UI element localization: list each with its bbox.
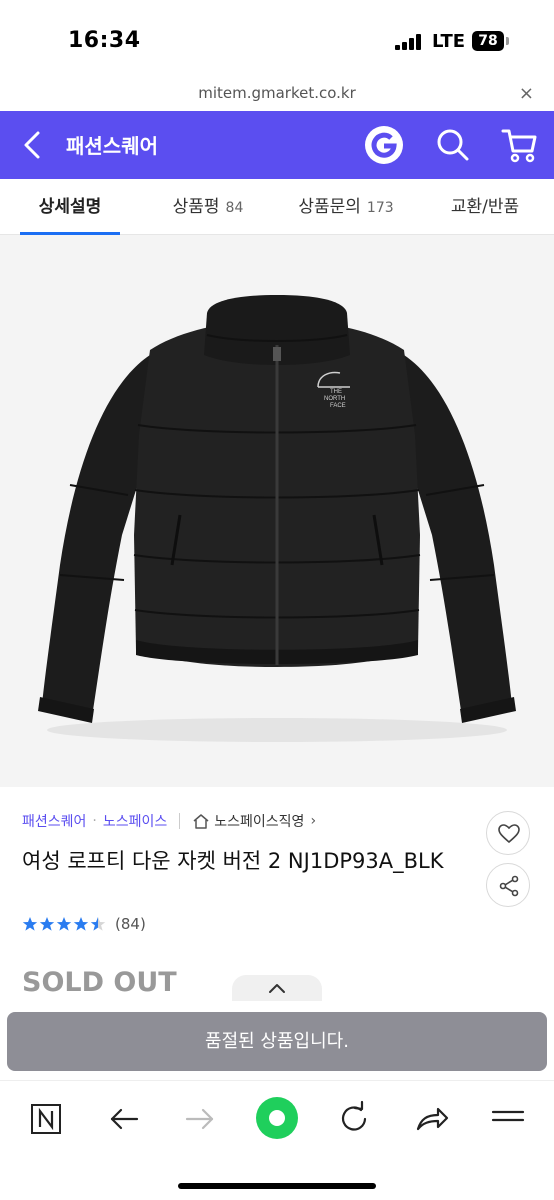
star-icon bbox=[90, 917, 106, 931]
store-link[interactable]: 패션스퀘어 bbox=[22, 811, 86, 831]
url-text[interactable]: mitem.gmarket.co.kr bbox=[0, 84, 554, 102]
app-header: 패션스퀘어 bbox=[0, 111, 554, 179]
status-bar: 16:34 LTE 78 bbox=[0, 0, 554, 80]
browser-toolbar bbox=[0, 1080, 554, 1200]
breadcrumb: 패션스퀘어 · 노스페이스 노스페이스직영 › bbox=[22, 811, 316, 831]
naver-icon[interactable] bbox=[26, 1099, 66, 1139]
home-indicator bbox=[178, 1183, 376, 1189]
page-title[interactable]: 패션스퀘어 bbox=[66, 130, 158, 159]
forward-icon[interactable] bbox=[180, 1099, 220, 1139]
menu-icon[interactable] bbox=[488, 1099, 528, 1139]
heart-icon bbox=[498, 824, 520, 844]
tab-count: 173 bbox=[366, 200, 394, 216]
star-rating bbox=[22, 916, 107, 932]
battery-tip bbox=[506, 37, 509, 45]
network-label: LTE bbox=[432, 31, 466, 52]
star-icon bbox=[39, 917, 55, 931]
close-icon[interactable]: × bbox=[519, 83, 534, 104]
review-count: (84) bbox=[115, 915, 146, 933]
home-icon bbox=[193, 814, 209, 829]
official-store-label: 노스페이스직영 bbox=[214, 814, 305, 830]
signal-icon bbox=[395, 34, 423, 50]
soldout-button[interactable]: 품절된 상품입니다. bbox=[7, 1012, 547, 1071]
chevron-right-icon: › bbox=[310, 813, 317, 829]
breadcrumb-separator: · bbox=[92, 813, 97, 829]
soldout-label: SOLD OUT bbox=[22, 967, 177, 998]
jacket-illustration: THE NORTH FACE bbox=[38, 295, 516, 742]
detail-tabs: 상세설명 상품평 84 상품문의 173 교환/반품 bbox=[0, 179, 554, 235]
wishlist-button[interactable] bbox=[486, 811, 530, 855]
browser-home-icon[interactable] bbox=[254, 1095, 300, 1141]
product-image[interactable]: THE NORTH FACE bbox=[0, 235, 554, 787]
refresh-icon[interactable] bbox=[334, 1099, 374, 1139]
share-button[interactable] bbox=[486, 863, 530, 907]
rating[interactable]: (84) bbox=[22, 915, 146, 933]
jacket-logo-line: FACE bbox=[330, 403, 346, 409]
url-bar[interactable]: mitem.gmarket.co.kr × bbox=[0, 80, 554, 111]
star-icon bbox=[56, 917, 72, 931]
jacket-logo-line: NORTH bbox=[324, 396, 345, 402]
tab-label: 교환/반품 bbox=[450, 197, 520, 217]
chevron-up-icon bbox=[269, 984, 285, 993]
tab-label: 상세설명 bbox=[38, 197, 102, 217]
share-arrow-icon[interactable] bbox=[412, 1099, 452, 1139]
tab-count: 84 bbox=[225, 200, 244, 216]
tab-description[interactable]: 상세설명 bbox=[0, 179, 140, 235]
back-icon[interactable] bbox=[104, 1099, 144, 1139]
search-icon[interactable] bbox=[434, 126, 472, 164]
share-icon bbox=[499, 875, 519, 897]
brand-link[interactable]: 노스페이스 bbox=[103, 811, 167, 831]
tab-label: 상품문의 bbox=[298, 197, 361, 217]
back-arrow-icon[interactable] bbox=[18, 128, 50, 162]
product-title: 여성 로프티 다운 자켓 버전 2 NJ1DP93A_BLK bbox=[22, 849, 444, 873]
gmarket-logo-icon[interactable] bbox=[364, 125, 404, 165]
battery-icon: 78 bbox=[472, 31, 504, 51]
tab-label: 상품평 bbox=[172, 197, 220, 217]
expand-handle[interactable] bbox=[232, 975, 322, 1001]
divider bbox=[179, 813, 181, 829]
tab-exchange-return[interactable]: 교환/반품 bbox=[416, 179, 554, 235]
star-icon bbox=[73, 917, 89, 931]
cart-icon[interactable] bbox=[500, 126, 540, 164]
jacket-logo-line: THE bbox=[330, 389, 342, 395]
official-store-link[interactable]: 노스페이스직영 › bbox=[192, 811, 316, 831]
star-icon bbox=[22, 917, 38, 931]
tab-reviews[interactable]: 상품평 84 bbox=[140, 179, 276, 235]
tab-qna[interactable]: 상품문의 173 bbox=[276, 179, 416, 235]
status-time: 16:34 bbox=[68, 28, 141, 53]
